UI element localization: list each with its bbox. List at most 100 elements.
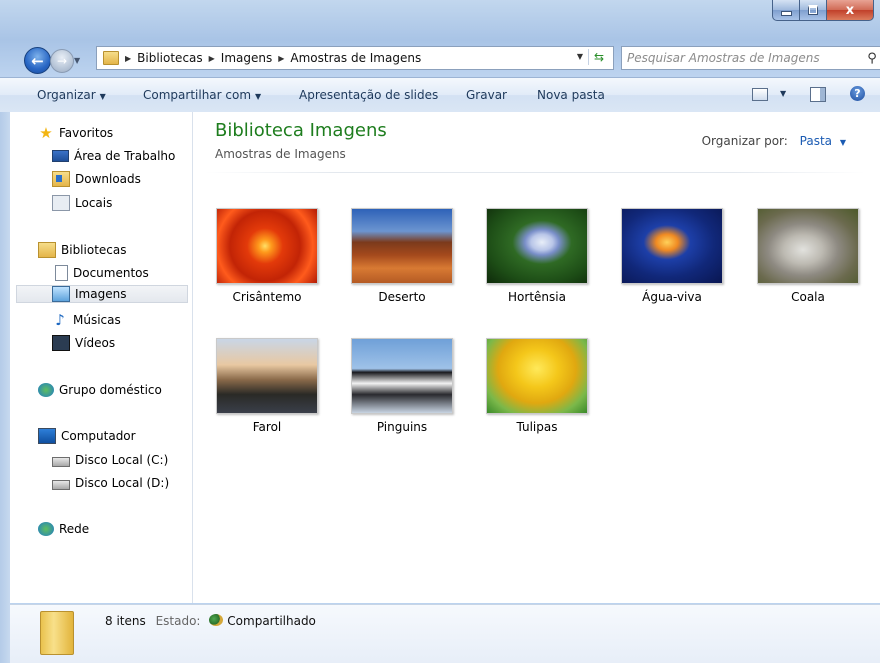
image-thumbnail[interactable] xyxy=(486,338,588,414)
sidebar-item-label: Downloads xyxy=(75,172,141,186)
share-with-button[interactable]: Compartilhar com ▼ xyxy=(143,88,261,102)
sidebar-item-label: Favoritos xyxy=(59,126,114,140)
image-thumbnail[interactable] xyxy=(216,208,318,284)
minimize-button[interactable] xyxy=(772,0,800,21)
minimize-icon xyxy=(780,10,792,16)
image-thumbnail[interactable] xyxy=(216,338,318,414)
chevron-down-icon: ▼ xyxy=(99,92,106,101)
item-count: 8 itens xyxy=(105,614,146,628)
details-pane: 8 itens Estado: Compartilhado xyxy=(10,604,880,663)
file-item[interactable]: Tulipas xyxy=(485,338,589,434)
search-input[interactable]: Pesquisar Amostras de Imagens xyxy=(622,51,865,65)
new-folder-button[interactable]: Nova pasta xyxy=(537,88,605,102)
image-thumbnail[interactable] xyxy=(757,208,859,284)
navigation-pane: ★ Favoritos Área de Trabalho Downloads Lo… xyxy=(10,112,193,603)
video-icon xyxy=(52,335,70,351)
image-thumbnail[interactable] xyxy=(351,338,453,414)
organize-button[interactable]: Organizar ▼ xyxy=(37,88,106,102)
refresh-button[interactable]: ⇆ xyxy=(588,49,609,65)
view-options-icon[interactable] xyxy=(752,88,768,101)
navigation-bar: ← → ▼ ▶ Bibliotecas ▶ Imagens ▶ Amostras… xyxy=(0,41,880,75)
search-box[interactable]: Pesquisar Amostras de Imagens ⚲ xyxy=(621,46,880,70)
file-item[interactable]: Deserto xyxy=(350,208,454,304)
sidebar-item-pictures[interactable]: Imagens xyxy=(16,285,188,303)
window-frame-left xyxy=(0,112,10,663)
image-thumbnail[interactable] xyxy=(621,208,723,284)
computer-icon xyxy=(38,428,56,444)
sidebar-item-videos[interactable]: Vídeos xyxy=(52,333,115,353)
file-item[interactable]: Coala xyxy=(756,208,860,304)
header-divider xyxy=(205,172,865,173)
library-title: Biblioteca Imagens xyxy=(215,120,387,141)
sidebar-item-label: Área de Trabalho xyxy=(74,149,176,163)
sidebar-item-disk-c[interactable]: Disco Local (C:) xyxy=(52,450,168,470)
downloads-icon xyxy=(52,171,70,187)
forward-button[interactable]: → xyxy=(50,49,74,73)
search-icon[interactable]: ⚲ xyxy=(865,51,879,66)
file-item[interactable]: Pinguins xyxy=(350,338,454,434)
state-value: Compartilhado xyxy=(227,614,316,628)
sidebar-item-network[interactable]: Rede xyxy=(38,519,89,539)
maximize-icon xyxy=(808,5,818,15)
folder-icon xyxy=(103,51,119,65)
refresh-icon: ⇆ xyxy=(593,50,605,64)
image-thumbnail[interactable] xyxy=(486,208,588,284)
file-list-pane: Biblioteca Imagens Amostras de Imagens O… xyxy=(193,112,880,603)
sidebar-item-label: Músicas xyxy=(73,313,121,327)
back-arrow-icon: ← xyxy=(31,51,44,70)
sidebar-item-recent[interactable]: Locais xyxy=(52,193,112,213)
details-summary: 8 itens Estado: Compartilhado xyxy=(105,614,316,628)
sidebar-item-desktop[interactable]: Área de Trabalho xyxy=(52,146,175,166)
breadcrumb-libraries[interactable]: Bibliotecas xyxy=(137,51,202,65)
desktop-icon xyxy=(52,150,69,162)
sidebar-item-label: Grupo doméstico xyxy=(59,383,162,397)
sidebar-item-disk-d[interactable]: Disco Local (D:) xyxy=(52,473,169,493)
file-item[interactable]: Água-viva xyxy=(620,208,724,304)
view-dropdown-icon[interactable]: ▼ xyxy=(780,89,786,98)
library-subtitle: Amostras de Imagens xyxy=(215,147,346,161)
slideshow-button[interactable]: Apresentação de slides xyxy=(299,88,438,102)
state-label: Estado: xyxy=(155,614,201,628)
burn-button[interactable]: Gravar xyxy=(466,88,507,102)
help-icon[interactable]: ? xyxy=(850,86,865,101)
breadcrumb-sample-pictures[interactable]: Amostras de Imagens xyxy=(290,51,421,65)
preview-pane-icon[interactable] xyxy=(810,87,826,102)
music-note-icon: ♪ xyxy=(55,311,65,329)
breadcrumb-pictures[interactable]: Imagens xyxy=(221,51,272,65)
sidebar-item-downloads[interactable]: Downloads xyxy=(52,169,141,189)
chevron-down-icon[interactable]: ▼ xyxy=(840,138,846,147)
star-icon: ★ xyxy=(39,124,53,142)
hard-disk-icon xyxy=(52,457,70,467)
sidebar-item-label: Bibliotecas xyxy=(61,243,127,257)
image-thumbnail[interactable] xyxy=(351,208,453,284)
close-button[interactable]: x xyxy=(827,0,874,21)
file-name: Deserto xyxy=(378,290,426,304)
file-name: Pinguins xyxy=(376,420,428,434)
file-item[interactable]: Crisântemo xyxy=(215,208,319,304)
chevron-right-icon[interactable]: ▶ xyxy=(209,54,215,63)
file-item[interactable]: Hortênsia xyxy=(485,208,589,304)
sidebar-item-favorites[interactable]: ★ Favoritos xyxy=(38,123,113,143)
sidebar-item-label: Disco Local (C:) xyxy=(75,453,169,467)
file-name: Hortênsia xyxy=(508,290,566,304)
file-item[interactable]: Farol xyxy=(215,338,319,434)
sidebar-item-music[interactable]: ♪ Músicas xyxy=(52,310,121,330)
chevron-right-icon[interactable]: ▶ xyxy=(278,54,284,63)
back-button[interactable]: ← xyxy=(24,47,51,74)
recent-pages-dropdown[interactable]: ▼ xyxy=(74,56,80,65)
address-bar[interactable]: ▶ Bibliotecas ▶ Imagens ▶ Amostras de Im… xyxy=(96,46,614,70)
forward-arrow-icon: → xyxy=(56,54,68,68)
homegroup-icon xyxy=(38,383,54,397)
pictures-icon xyxy=(52,286,70,302)
chevron-right-icon[interactable]: ▶ xyxy=(125,54,131,63)
sidebar-item-documents[interactable]: Documentos xyxy=(52,263,149,283)
command-bar: Organizar ▼ Compartilhar com ▼ Apresentaçã… xyxy=(0,77,880,113)
address-dropdown-icon[interactable]: ▼ xyxy=(577,52,583,61)
sidebar-item-homegroup[interactable]: Grupo doméstico xyxy=(38,380,162,400)
sidebar-item-computer[interactable]: Computador xyxy=(38,426,136,446)
share-label: Compartilhar com xyxy=(143,88,252,102)
arrange-by-dropdown[interactable]: Pasta xyxy=(800,134,832,148)
maximize-button[interactable] xyxy=(800,0,827,21)
sidebar-item-libraries[interactable]: Bibliotecas xyxy=(38,240,126,260)
arrange-by-label: Organizar por: xyxy=(701,134,788,148)
